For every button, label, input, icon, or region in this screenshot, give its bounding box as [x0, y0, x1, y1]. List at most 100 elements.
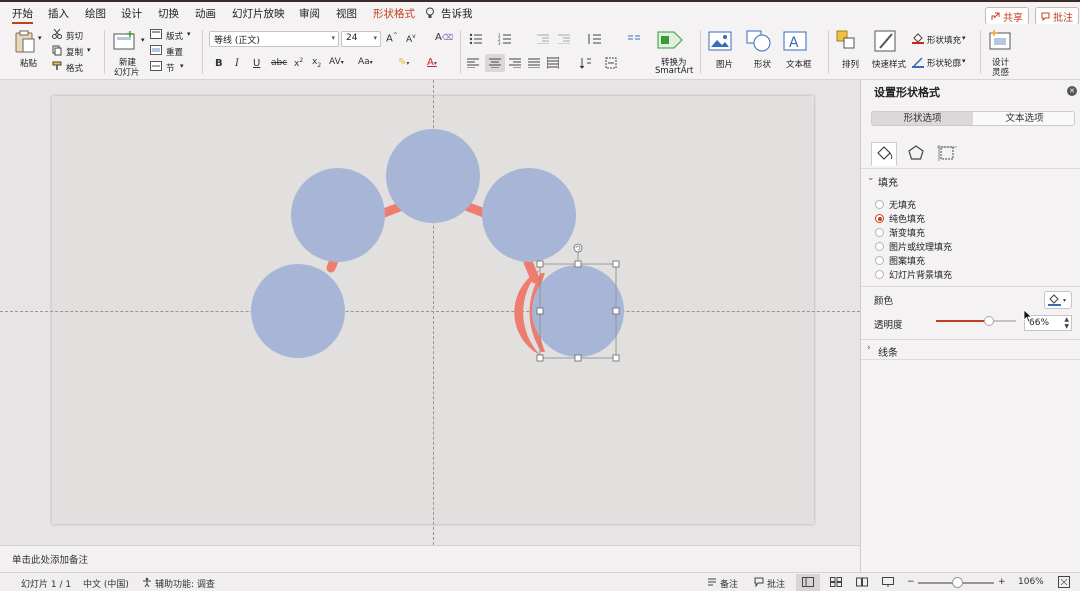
- strikethrough-icon[interactable]: abc: [271, 58, 287, 68]
- clipboard-icon[interactable]: [14, 30, 36, 54]
- font-name-combo[interactable]: 等线 (正文) ▾: [209, 31, 339, 47]
- radio-gradient-fill[interactable]: 渐变填充: [875, 226, 925, 239]
- circle-left-top[interactable]: [291, 168, 385, 262]
- italic-icon[interactable]: I: [235, 58, 239, 69]
- slide-editor[interactable]: [0, 80, 860, 545]
- section-button[interactable]: 节: [166, 62, 175, 74]
- picture-label[interactable]: 图片: [716, 58, 733, 70]
- arrange-icon[interactable]: [836, 30, 858, 52]
- notes-toggle[interactable]: 备注: [720, 577, 738, 590]
- char-spacing-icon[interactable]: AV▾: [329, 57, 344, 67]
- paste-dropdown-icon[interactable]: ▾: [38, 34, 42, 42]
- align-center-icon[interactable]: [489, 58, 501, 68]
- radio-slide-bg-fill[interactable]: 幻灯片背景填充: [875, 268, 952, 281]
- new-slide-icon[interactable]: [112, 30, 136, 52]
- font-size-combo[interactable]: 24 ▾: [341, 31, 381, 47]
- tab-slideshow[interactable]: 幻灯片放映: [232, 6, 285, 21]
- tab-view[interactable]: 视图: [336, 6, 357, 21]
- distributed-icon[interactable]: [547, 57, 559, 69]
- tab-review[interactable]: 审阅: [299, 6, 320, 21]
- paste-label[interactable]: 粘贴: [20, 57, 37, 69]
- shrink-font-icon[interactable]: Av: [406, 33, 416, 45]
- arrange-label[interactable]: 排列: [842, 58, 859, 70]
- circle-right-top[interactable]: [482, 168, 576, 262]
- size-properties-tab[interactable]: [935, 142, 961, 166]
- effects-tab[interactable]: [904, 142, 930, 166]
- copy-button[interactable]: 复制: [66, 46, 83, 58]
- tab-transitions[interactable]: 切换: [158, 6, 179, 21]
- accessibility-status[interactable]: 辅助功能: 调查: [155, 577, 215, 590]
- resize-handle-nw[interactable]: [536, 260, 544, 268]
- line-spacing-icon[interactable]: [587, 33, 601, 45]
- line-section-header[interactable]: › 线条: [861, 342, 1080, 359]
- tab-shape-format[interactable]: 形状格式: [373, 6, 415, 21]
- fill-line-tab[interactable]: [871, 142, 897, 166]
- arc-connector-top-right[interactable]: [461, 201, 489, 218]
- picture-icon[interactable]: [708, 31, 732, 51]
- resize-handle-e[interactable]: [612, 307, 620, 315]
- shape-outline-dropdown-icon[interactable]: ▾: [962, 57, 966, 65]
- designer-label-2[interactable]: 灵感: [992, 66, 1009, 78]
- tab-design[interactable]: 设计: [121, 6, 142, 21]
- resize-handle-se[interactable]: [612, 354, 620, 362]
- underline-icon[interactable]: U: [253, 58, 260, 69]
- shape-outline-icon[interactable]: [912, 56, 924, 68]
- brush-icon[interactable]: [52, 61, 62, 71]
- grow-font-icon[interactable]: A^: [386, 32, 398, 44]
- layout-dropdown-icon[interactable]: ▾: [187, 30, 191, 38]
- resize-handle-n[interactable]: [574, 260, 582, 268]
- zoom-out-button[interactable]: −: [907, 577, 915, 587]
- designer-icon[interactable]: [988, 29, 1012, 53]
- resize-handle-w[interactable]: [536, 307, 544, 315]
- quick-styles-icon[interactable]: [874, 30, 898, 54]
- convert-smartart-label-2[interactable]: SmartArt: [655, 66, 693, 76]
- fit-slide-icon[interactable]: [1058, 576, 1070, 588]
- smartart-icon[interactable]: [656, 30, 684, 50]
- radio-pattern-fill[interactable]: 图案填充: [875, 254, 925, 267]
- align-text-icon[interactable]: [605, 57, 617, 69]
- highlight-icon[interactable]: ✎▾: [398, 57, 409, 68]
- section-icon[interactable]: [150, 61, 162, 71]
- transparency-slider[interactable]: [936, 316, 1016, 326]
- layout-icon[interactable]: [150, 29, 162, 39]
- reading-view-icon[interactable]: [856, 577, 868, 587]
- shapes-icon[interactable]: [746, 30, 772, 52]
- reset-button[interactable]: 重置: [166, 46, 183, 58]
- format-painter-button[interactable]: 格式: [66, 62, 83, 74]
- radio-solid-fill[interactable]: 纯色填充: [875, 212, 925, 225]
- resize-handle-sw[interactable]: [536, 354, 544, 362]
- zoom-slider-thumb[interactable]: [952, 577, 963, 588]
- normal-view-icon[interactable]: [802, 577, 814, 587]
- comments-toggle[interactable]: 批注: [767, 577, 785, 590]
- resize-handle-ne[interactable]: [612, 260, 620, 268]
- shape-fill-icon[interactable]: [912, 32, 924, 44]
- reset-icon[interactable]: [150, 45, 162, 55]
- columns-icon[interactable]: [627, 34, 641, 44]
- share-button[interactable]: 共享: [985, 7, 1029, 25]
- align-right-icon[interactable]: [509, 58, 521, 68]
- shape-outline-button[interactable]: 形状轮廓: [927, 57, 961, 69]
- tell-me-search[interactable]: 告诉我: [441, 6, 473, 21]
- copy-dropdown-icon[interactable]: ▾: [87, 46, 91, 54]
- increase-indent-icon[interactable]: [558, 34, 570, 44]
- tab-animations[interactable]: 动画: [195, 6, 216, 21]
- quick-styles-label[interactable]: 快速样式: [872, 58, 906, 70]
- tab-home[interactable]: 开始: [12, 6, 33, 24]
- tab-insert[interactable]: 插入: [48, 6, 69, 21]
- shape-fill-dropdown-icon[interactable]: ▾: [962, 34, 966, 42]
- notes-placeholder[interactable]: 单击此处添加备注: [12, 552, 88, 566]
- decrease-indent-icon[interactable]: [537, 34, 549, 44]
- transparency-slider-thumb[interactable]: [983, 316, 994, 326]
- circle-right-bottom-selected[interactable]: [532, 265, 624, 357]
- copy-icon[interactable]: [52, 45, 62, 56]
- tab-shape-options[interactable]: 形状选项: [872, 112, 973, 125]
- zoom-level[interactable]: 106%: [1018, 577, 1044, 587]
- justify-icon[interactable]: [528, 58, 540, 68]
- scissors-icon[interactable]: [52, 29, 62, 39]
- circle-top[interactable]: [386, 129, 480, 223]
- superscript-icon[interactable]: x2: [294, 57, 303, 69]
- tab-draw[interactable]: 绘图: [85, 6, 106, 21]
- radio-picture-fill[interactable]: 图片或纹理填充: [875, 240, 952, 253]
- spin-arrows-icon[interactable]: ▲ ▼: [1064, 316, 1069, 330]
- resize-handle-s[interactable]: [574, 354, 582, 362]
